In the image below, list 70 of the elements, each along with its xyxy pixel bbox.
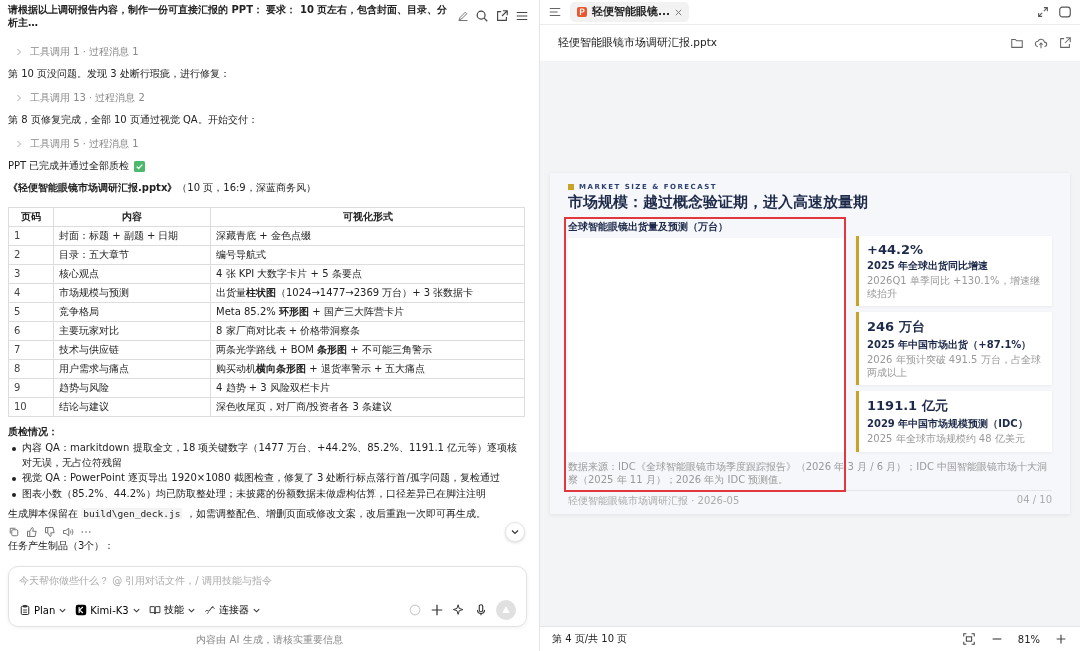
table-cell: 核心观点 bbox=[53, 264, 211, 284]
table-cell: 3 bbox=[8, 264, 54, 284]
table-cell: 8 bbox=[8, 359, 54, 379]
bullet-item: 视觉 QA：PowerPoint 逐页导出 1920×1080 截图检查，修复了 3 处断行标点落行首/孤字问题，复检通过 bbox=[22, 471, 500, 485]
script-note: 生成脚本保留在 build\gen_deck.js ，如需调整配色、增删页面或修改文案，改后重跑一次即可再生成。 bbox=[8, 507, 487, 521]
table-cell: 竞争格局 bbox=[53, 302, 211, 322]
table-cell: 4 bbox=[8, 283, 54, 303]
stat-note: 2026 年预计突破 491.5 万台，占全球两成以上 bbox=[867, 354, 1042, 380]
stat-value: 1191.1 亿元 bbox=[867, 397, 949, 416]
table-cell: 4 张 KPI 大数字卡片 + 5 条要点 bbox=[210, 264, 525, 284]
table-cell: 结论与建议 bbox=[53, 397, 211, 417]
stat-value: +44.2% bbox=[867, 242, 924, 258]
table-cell: 8 家厂商对比表 + 价格带洞察条 bbox=[210, 321, 525, 341]
table-cell: 技术与供应链 bbox=[53, 340, 211, 360]
table-cell: 两条光学路线 + BOM 条形图 + 不可能三角警示 bbox=[210, 340, 525, 360]
tool-call-toggle[interactable]: 工具调用 1 · 过程消息 1 bbox=[8, 45, 139, 59]
message-text: 《轻便智能眼镜市场调研汇报.pptx》（10 页，16:9，深蓝商务风） bbox=[8, 181, 317, 195]
table-cell: 市场规模与预测 bbox=[53, 283, 211, 303]
file-tab[interactable]: 轻便智能眼镜... bbox=[570, 2, 689, 22]
table-cell: 目录：五大章节 bbox=[53, 245, 211, 265]
table-cell: 9 bbox=[8, 378, 54, 398]
stat-value: 246 万台 bbox=[867, 318, 926, 337]
stat-note: 2025 年全球市场规模约 48 亿美元 bbox=[867, 433, 1026, 446]
table-cell: 购买动机横向条形图 + 退货率警示 + 五大痛点 bbox=[210, 359, 525, 379]
toolbar-dropdown[interactable]: Kimi-K3 bbox=[75, 604, 141, 616]
table-cell: 10 bbox=[8, 397, 54, 417]
table-cell: Meta 85.2% 环形图 + 国产三大阵营卡片 bbox=[210, 302, 525, 322]
table-cell: 封面：标题 + 副题 + 日期 bbox=[53, 226, 211, 246]
column-header: 页码 bbox=[8, 207, 54, 227]
tool-call-toggle[interactable]: 工具调用 5 · 过程消息 1 bbox=[8, 137, 139, 151]
message-text: 第 10 页没问题。发现 3 处断行瑕疵，进行修复： bbox=[8, 67, 231, 81]
column-header: 可视化形式 bbox=[210, 207, 525, 227]
section-heading: 质检情况： bbox=[8, 425, 59, 439]
stat-label: 2025 年全球出货同比增速 bbox=[867, 259, 990, 274]
table-cell: 趋势与风险 bbox=[53, 378, 211, 398]
table-cell: 深藏青底 + 金色点缀 bbox=[210, 226, 525, 246]
toolbar-dropdown[interactable]: 技能 bbox=[148, 603, 196, 617]
file-name: 轻便智能眼镜市场调研汇报.pptx bbox=[558, 36, 717, 50]
artifacts-label: 任务产生制品（3个）： bbox=[8, 539, 116, 553]
table-cell: 深色收尾页，对厂商/投资者各 3 条建议 bbox=[210, 397, 525, 417]
toolbar-dropdown[interactable]: 连接器 bbox=[203, 603, 261, 617]
ai-disclaimer: 内容由 AI 生成，请核实重要信息 bbox=[195, 633, 344, 647]
slide-footer: 轻便智能眼镜市场调研汇报 · 2026-05 bbox=[568, 493, 740, 508]
message-text: 第 8 页修复完成，全部 10 页通过视觉 QA。开始交付： bbox=[8, 113, 259, 127]
table-cell: 4 趋势 + 3 风险双栏卡片 bbox=[210, 378, 525, 398]
slide-title: 市场规模：越过概念验证期，进入高速放量期 bbox=[568, 193, 869, 213]
table-cell: 7 bbox=[8, 340, 54, 360]
bullet-item: 图表小数（85.2%、44.2%）均已防取整处理；未披露的份额数据未做虚构估算，口径差异已在脚注注明 bbox=[22, 486, 486, 501]
source-note: 数据来源：IDC《全球智能眼镜市场季度跟踪报告》（2026 年 3 月 / 6 月）；IDC 中国智能眼镜市场十大洞察（2025 年 11 月）；2026 年为 IDC 预测值。 bbox=[568, 459, 1049, 486]
slide-number: 04 / 10 bbox=[1016, 493, 1052, 507]
stat-label: 2029 年中国市场规模预测（IDC） bbox=[867, 417, 1029, 432]
column-header: 内容 bbox=[53, 207, 211, 227]
table-cell: 1 bbox=[8, 226, 54, 246]
table-cell: 出货量柱状图（1024→1477→2369 万台）+ 3 张数据卡 bbox=[210, 283, 525, 303]
table-cell: 编号导航式 bbox=[210, 245, 525, 265]
chart-title: 全球智能眼镜出货量及预测（万台） bbox=[568, 220, 729, 235]
chat-title: 请根据以上调研报告内容，制作一份可直接汇报的 PPT： 要求： 10 页左右，包含封面、目录、分析主… bbox=[8, 3, 449, 29]
page-indicator: 第 4 页/共 10 页 bbox=[552, 632, 628, 646]
table-cell: 用户需求与痛点 bbox=[53, 359, 211, 379]
message-text: PPT 已完成并通过全部质检 bbox=[8, 159, 130, 173]
toolbar-dropdown[interactable]: Plan bbox=[19, 604, 68, 616]
stat-label: 2025 年中国市场出货（+87.1%） bbox=[867, 338, 1033, 353]
bullet-item: 内容 QA：markitdown 提取全文，18 项关键数字（1477 万台、+44.2%、85.2%、1191.1 亿元等）逐项核对无误，无占位符残留 bbox=[22, 441, 519, 470]
table-cell: 主要玩家对比 bbox=[53, 321, 211, 341]
table-cell: 6 bbox=[8, 321, 54, 341]
tool-call-toggle[interactable]: 工具调用 13 · 过程消息 2 bbox=[8, 91, 145, 105]
table-cell: 2 bbox=[8, 245, 54, 265]
stat-note: 2026Q1 单季同比 +130.1%，增速继续抬升 bbox=[867, 275, 1041, 301]
zoom-level: 81% bbox=[1017, 633, 1040, 645]
table-cell: 5 bbox=[8, 302, 54, 322]
